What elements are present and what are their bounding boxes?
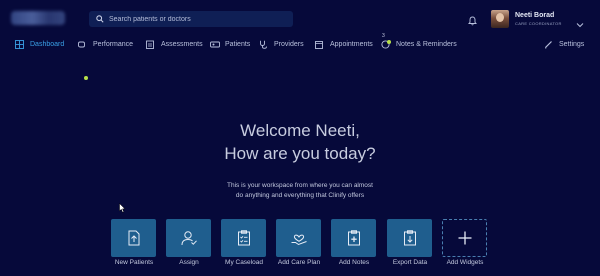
search-input[interactable]: [109, 15, 289, 23]
welcome-line-1: Welcome Neeti,: [240, 121, 360, 140]
new-patients-button[interactable]: [111, 219, 156, 257]
performance-icon: [78, 40, 87, 49]
nav-label: Notes & Reminders: [396, 40, 457, 48]
action-label: Export Data: [392, 259, 428, 266]
nav-label: Assessments: [161, 40, 203, 48]
my-caseload-button[interactable]: [221, 219, 266, 257]
nav-performance[interactable]: Performance: [78, 36, 133, 52]
notification-dot: [387, 40, 391, 44]
nav-label: Patients: [225, 40, 251, 48]
app-logo[interactable]: [11, 11, 65, 25]
assign-user-icon: [181, 231, 197, 246]
grid-icon: [15, 39, 24, 49]
caseload-icon: [237, 230, 250, 246]
action-label: Assign: [179, 259, 199, 266]
mouse-cursor-icon: [119, 200, 126, 213]
pencil-icon: [544, 40, 553, 49]
add-care-plan-button[interactable]: [276, 219, 321, 257]
search-icon: [95, 14, 105, 24]
nav-settings[interactable]: Settings: [544, 36, 584, 52]
calendar-icon: [315, 40, 324, 49]
export-icon: [403, 230, 416, 246]
nav-label: Settings: [559, 40, 585, 48]
nav-patients[interactable]: Patients: [210, 36, 250, 52]
action-label: Add Care Plan: [277, 259, 321, 266]
main-nav: Dashboard Performance Assessments Patien…: [0, 33, 600, 80]
nav-appointments[interactable]: Appointments: [315, 36, 373, 52]
subtitle-line-2: do anything and everything that Clinify …: [235, 192, 365, 199]
action-label: Add Notes: [338, 259, 370, 266]
search-box[interactable]: [89, 11, 293, 27]
action-label: Add Widgets: [446, 259, 484, 266]
nav-assessments[interactable]: Assessments: [146, 36, 203, 52]
avatar[interactable]: [491, 10, 509, 28]
care-plan-icon: [291, 234, 307, 246]
action-label: My Caseload: [225, 259, 263, 266]
upload-file-icon: [128, 230, 139, 246]
add-notes-button[interactable]: [331, 219, 376, 257]
assign-button[interactable]: [166, 219, 211, 257]
notification-dot: [84, 76, 88, 80]
nav-notes-reminders[interactable]: Notes & Reminders: [381, 36, 457, 52]
nav-providers[interactable]: Providers: [259, 36, 304, 52]
nav-label: Appointments: [330, 40, 373, 48]
add-notes-icon: [347, 230, 360, 246]
add-widgets-button[interactable]: [442, 219, 487, 257]
nav-label: Dashboard: [30, 40, 65, 48]
top-bar: Neeti Borad CARE COORDINATOR: [0, 0, 600, 34]
user-role: CARE COORDINATOR: [515, 21, 562, 26]
action-label: New Patients: [114, 259, 154, 266]
stethoscope-icon: [259, 40, 268, 49]
welcome-line-2: How are you today?: [224, 144, 376, 163]
subtitle-line-1: This is your workspace from where you ca…: [227, 182, 373, 189]
clipboard-icon: [146, 40, 155, 49]
welcome-subtitle: This is your workspace from where you ca…: [0, 181, 600, 201]
plus-icon: [458, 231, 471, 245]
bell-icon[interactable]: [468, 13, 478, 26]
chevron-down-icon[interactable]: [576, 15, 584, 28]
export-data-button[interactable]: [387, 219, 432, 257]
nav-label: Providers: [274, 40, 304, 48]
welcome-heading: Welcome Neeti, How are you today?: [0, 119, 600, 165]
nav-dashboard[interactable]: Dashboard: [15, 36, 64, 52]
nav-label: Performance: [93, 40, 134, 48]
user-name: Neeti Borad: [515, 12, 555, 19]
patients-icon: [210, 40, 220, 49]
